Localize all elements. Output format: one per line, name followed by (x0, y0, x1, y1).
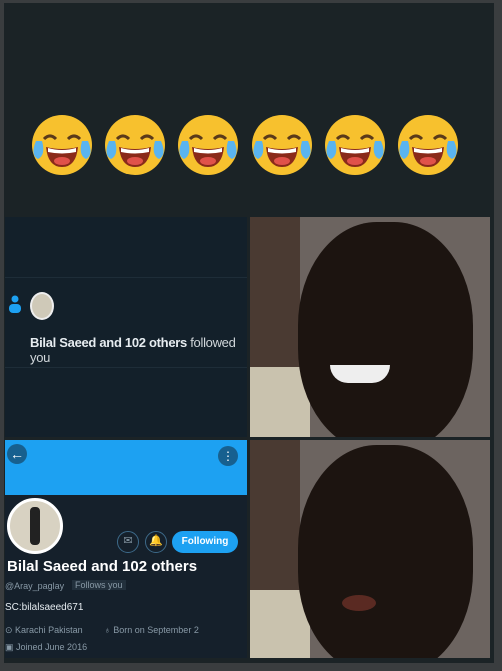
profile-birthday: Born on September 2 (113, 625, 199, 635)
profile-location: Karachi Pakistan (15, 625, 83, 635)
notification-bell-icon[interactable]: 🔔 (145, 531, 167, 553)
profile-bio: SC:bilalsaeed671 (5, 602, 84, 613)
profile-banner (5, 440, 247, 495)
calendar-icon: ▣ (5, 642, 17, 652)
notification-names: Bilal Saeed and 102 others (30, 335, 187, 350)
profile-avatar[interactable] (7, 498, 63, 554)
emoji-row (30, 113, 460, 177)
profile-panel: ← ⋮ ✉ 🔔 Following Bilal Saeed and 102 ot… (5, 440, 247, 658)
face-with-tears-of-joy-icon (396, 113, 460, 177)
notification-text[interactable]: Bilal Saeed and 102 others followed you (30, 335, 247, 365)
back-arrow-icon[interactable]: ← (7, 444, 27, 464)
reaction-photo-disappointed (250, 440, 490, 658)
follows-you-badge: Follows you (72, 580, 126, 590)
following-button[interactable]: Following (172, 531, 238, 553)
more-options-icon[interactable]: ⋮ (218, 446, 238, 466)
face-with-tears-of-joy-icon (323, 113, 387, 177)
avatar[interactable] (30, 292, 54, 320)
face-with-tears-of-joy-icon (103, 113, 167, 177)
profile-joined: Joined June 2016 (16, 642, 88, 652)
profile-handle: @Aray_paglay (5, 581, 65, 591)
face-with-tears-of-joy-icon (250, 113, 314, 177)
profile-name: Bilal Saeed and 102 others (7, 558, 198, 575)
reaction-photo-smiling (250, 217, 490, 437)
location-icon: ⊙ (5, 625, 16, 635)
person-icon (9, 295, 21, 313)
notification-panel: Bilal Saeed and 102 others followed you (5, 217, 247, 437)
face-with-tears-of-joy-icon (176, 113, 240, 177)
face-with-tears-of-joy-icon (30, 113, 94, 177)
message-icon[interactable]: ✉ (117, 531, 139, 553)
divider (5, 367, 247, 368)
divider (5, 277, 247, 278)
birthday-icon: ♁ (104, 625, 114, 635)
